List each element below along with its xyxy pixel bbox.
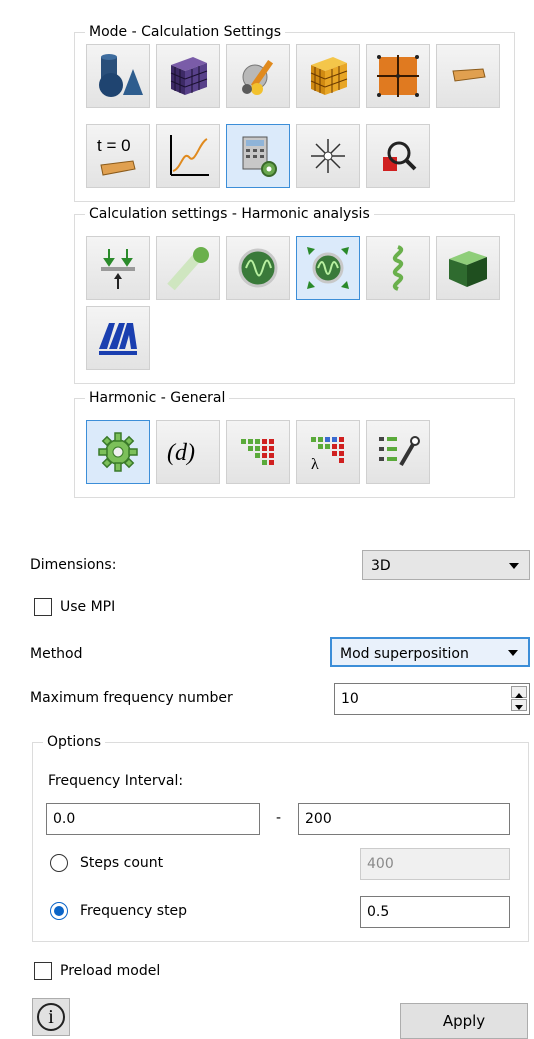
load-arrows-button[interactable] (86, 236, 150, 300)
chevron-down-icon (515, 705, 523, 710)
method-label: Method (30, 646, 83, 662)
frequency-interval-dash: - (276, 810, 282, 826)
beam-element-button[interactable] (436, 44, 500, 108)
svg-text:(d): (d) (167, 440, 195, 466)
starburst-icon (311, 139, 345, 173)
use-mpi-checkbox[interactable] (34, 598, 52, 616)
apm-logo-icon (99, 323, 137, 355)
info-button[interactable]: i (32, 998, 70, 1036)
svg-text:λ: λ (311, 456, 319, 473)
chevron-down-icon (508, 650, 518, 656)
mesh-cube-icon (170, 57, 208, 95)
max-frequency-value: 10 (341, 691, 359, 707)
apply-label: Apply (442, 1012, 486, 1030)
d-parameter-button[interactable]: (d) (156, 420, 220, 484)
time-chart-icon (170, 135, 209, 176)
spin-up-button[interactable] (511, 686, 527, 698)
max-frequency-spinbox[interactable]: 10 (334, 683, 530, 715)
orange-grid-icon (377, 55, 419, 97)
harmonic-general-title: Harmonic - General (85, 388, 230, 408)
orange-grid-button[interactable] (366, 44, 430, 108)
gear-icon (98, 432, 138, 472)
load-arrows-icon (101, 249, 135, 289)
ball-trajectory-icon (167, 247, 209, 291)
time-chart-button[interactable] (156, 124, 220, 188)
steps-count-input[interactable] (360, 848, 510, 880)
material-tool-button[interactable] (226, 44, 290, 108)
steps-count-radio[interactable] (50, 854, 68, 872)
harmonic-wave-button[interactable] (226, 236, 290, 300)
inspect-magnifier-icon (383, 141, 417, 171)
apply-button[interactable]: Apply (400, 1003, 528, 1039)
lambda-matrix-button[interactable]: λ (296, 420, 360, 484)
harmonic-analysis-title: Calculation settings - Harmonic analysis (85, 204, 374, 224)
material-tool-icon (242, 59, 274, 95)
preload-model-checkbox[interactable] (34, 962, 52, 980)
lambda-matrix-icon: λ (311, 437, 344, 473)
harmonic-wave-icon (238, 248, 278, 288)
frequency-interval-label: Frequency Interval: (48, 773, 184, 789)
geometry-shapes-icon (99, 54, 143, 97)
spring-button[interactable] (366, 236, 430, 300)
frequency-to-input[interactable] (298, 803, 510, 835)
mode-settings-title: Mode - Calculation Settings (85, 22, 286, 42)
options-title: Options (43, 732, 106, 752)
steps-count-label: Steps count (80, 855, 164, 871)
dimensions-value: 3D (371, 558, 391, 574)
info-icon: i (37, 1003, 65, 1031)
max-frequency-label: Maximum frequency number (30, 690, 233, 706)
general-settings-button[interactable] (86, 420, 150, 484)
frequency-step-label: Frequency step (80, 903, 188, 919)
beam-element-icon (452, 68, 486, 82)
dimensions-label: Dimensions: (30, 557, 117, 573)
preload-model-label: Preload model (60, 963, 161, 979)
spring-icon (392, 245, 404, 291)
method-value: Mod superposition (340, 646, 469, 662)
initial-state-icon: t = 0 (97, 136, 136, 176)
frequency-from-input[interactable] (46, 803, 260, 835)
mesh-grid-cube-icon (310, 57, 348, 95)
frequency-step-radio[interactable] (50, 902, 68, 920)
spin-down-button[interactable] (511, 699, 527, 711)
harmonic-excitation-button[interactable] (296, 236, 360, 300)
matrix-button[interactable] (226, 420, 290, 484)
mesh-cube-button[interactable] (156, 44, 220, 108)
use-mpi-label: Use MPI (60, 599, 116, 615)
list-settings-icon (379, 436, 420, 467)
apm-logo-button[interactable] (86, 306, 150, 370)
chevron-down-icon (509, 563, 519, 569)
ball-trajectory-button[interactable] (156, 236, 220, 300)
geometry-shapes-button[interactable] (86, 44, 150, 108)
dimensions-select[interactable]: 3D (362, 550, 530, 580)
mesh-grid-cube-button[interactable] (296, 44, 360, 108)
starburst-button[interactable] (296, 124, 360, 188)
initial-state-button[interactable]: t = 0 (86, 124, 150, 188)
calculation-settings-icon (242, 136, 277, 177)
d-parameter-icon: (d) (167, 440, 195, 466)
harmonic-excitation-icon (307, 247, 349, 289)
matrix-icon (241, 439, 274, 465)
box-element-button[interactable] (436, 236, 500, 300)
frequency-step-input[interactable] (360, 896, 510, 928)
svg-text:t = 0: t = 0 (97, 136, 131, 155)
method-select[interactable]: Mod superposition (330, 637, 530, 667)
box-element-icon (449, 251, 487, 287)
calculation-settings-button[interactable] (226, 124, 290, 188)
inspect-magnifier-button[interactable] (366, 124, 430, 188)
list-settings-button[interactable] (366, 420, 430, 484)
